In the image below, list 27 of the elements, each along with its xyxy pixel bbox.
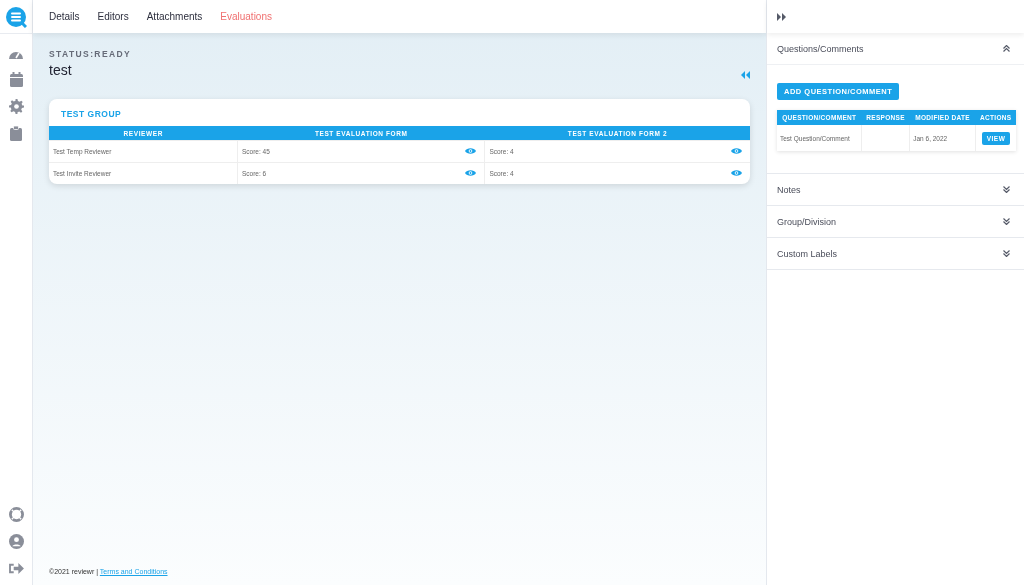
- collapse-icon[interactable]: [740, 71, 750, 79]
- chevron-up-icon[interactable]: [1003, 44, 1010, 52]
- user-icon[interactable]: [8, 534, 24, 549]
- eye-icon[interactable]: [465, 147, 477, 155]
- eye-icon[interactable]: [731, 169, 742, 177]
- lifebuoy-icon[interactable]: [8, 507, 24, 522]
- logout-icon[interactable]: [8, 562, 24, 575]
- chevron-down-icon[interactable]: [1003, 185, 1010, 193]
- group-title: TEST GROUP: [60, 108, 123, 121]
- chevron-down-icon[interactable]: [1003, 249, 1010, 257]
- logo-icon[interactable]: [5, 5, 27, 28]
- section-title[interactable]: Custom Labels: [777, 248, 838, 259]
- settings-icon[interactable]: [8, 99, 24, 114]
- tab[interactable]: Attachments: [146, 11, 203, 22]
- clipboard-icon[interactable]: [10, 126, 22, 141]
- expand-icon[interactable]: [777, 12, 787, 21]
- eye-icon[interactable]: [731, 147, 742, 155]
- eye-icon[interactable]: [465, 169, 477, 177]
- tab[interactable]: Details: [49, 11, 80, 22]
- chevron-down-icon[interactable]: [1003, 217, 1010, 225]
- calendar-icon[interactable]: [9, 72, 23, 87]
- section-title[interactable]: Questions/Comments: [777, 43, 864, 54]
- status-label: STATUS:READY: [49, 49, 132, 59]
- section-title[interactable]: Notes: [777, 184, 801, 195]
- tab[interactable]: Editors: [97, 11, 129, 22]
- section-title[interactable]: Group/Division: [777, 216, 837, 227]
- page-title: test: [49, 62, 73, 78]
